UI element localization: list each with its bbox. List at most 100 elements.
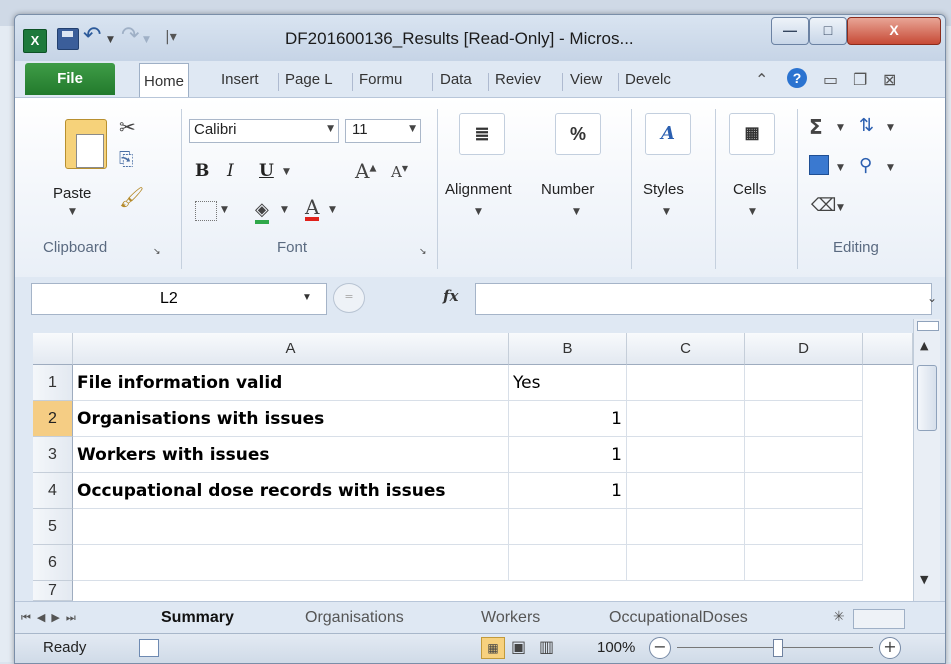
excel-app-icon[interactable]: X bbox=[23, 29, 47, 53]
page-layout-view-icon[interactable]: ▣ bbox=[511, 637, 526, 656]
styles-button[interactable]: Styles bbox=[643, 181, 684, 198]
styles-icon[interactable]: A bbox=[645, 113, 691, 155]
tab-file[interactable]: File bbox=[25, 63, 115, 95]
expand-formula-bar-icon[interactable]: ⌄ bbox=[927, 291, 937, 305]
autosum-dropdown-icon[interactable]: ▼ bbox=[837, 123, 844, 133]
font-size-combo[interactable]: 11 ▼ bbox=[345, 119, 421, 143]
font-color-icon[interactable]: A bbox=[305, 197, 320, 221]
cell-b5[interactable] bbox=[509, 509, 627, 545]
zoom-in-button[interactable]: + bbox=[879, 637, 901, 659]
cell-d3[interactable] bbox=[745, 437, 863, 473]
sheet-tab-summary[interactable]: Summary bbox=[161, 609, 234, 627]
row-header-2[interactable]: 2 bbox=[33, 401, 73, 437]
chevron-down-icon[interactable]: ▼ bbox=[475, 207, 482, 217]
tab-formulas[interactable]: Formu bbox=[359, 71, 402, 88]
cell-a4[interactable]: Occupational dose records with issues bbox=[73, 473, 509, 509]
scroll-up-icon[interactable]: ▲ bbox=[920, 339, 928, 352]
normal-view-icon[interactable]: ▦ bbox=[481, 637, 505, 659]
font-launcher-icon[interactable]: ↘ bbox=[419, 247, 427, 257]
cell-d2[interactable] bbox=[745, 401, 863, 437]
formula-input[interactable] bbox=[475, 283, 932, 315]
tab-review[interactable]: Reviev bbox=[495, 71, 541, 88]
scroll-thumb[interactable] bbox=[917, 365, 937, 431]
find-select-icon[interactable]: ⚲ bbox=[859, 155, 872, 176]
zoom-slider-thumb[interactable] bbox=[773, 639, 783, 657]
vertical-scrollbar[interactable]: ▲ ▼ bbox=[913, 319, 940, 601]
format-painter-icon[interactable]: 🖌 bbox=[119, 185, 144, 209]
font-color-dropdown-icon[interactable]: ▼ bbox=[329, 205, 336, 215]
help-icon[interactable]: ? bbox=[787, 68, 807, 88]
row-header-4[interactable]: 4 bbox=[33, 473, 73, 509]
fill-icon[interactable] bbox=[809, 155, 829, 175]
autosum-icon[interactable]: Σ bbox=[809, 115, 823, 139]
font-name-combo[interactable]: Calibri ▼ bbox=[189, 119, 339, 143]
tab-home[interactable]: Home bbox=[139, 63, 190, 98]
column-header-b[interactable]: B bbox=[509, 333, 627, 365]
cut-icon[interactable]: ✂ bbox=[119, 115, 136, 139]
undo-dropdown-icon[interactable]: ▼ bbox=[107, 35, 114, 45]
sort-filter-icon[interactable]: ⇅ bbox=[859, 115, 874, 136]
chevron-down-icon[interactable]: ▼ bbox=[663, 207, 670, 217]
cell-a6[interactable] bbox=[73, 545, 509, 581]
column-header-a[interactable]: A bbox=[73, 333, 509, 365]
column-header-d[interactable]: D bbox=[745, 333, 863, 365]
row-header-1[interactable]: 1 bbox=[33, 365, 73, 401]
number-format-icon[interactable]: % bbox=[555, 113, 601, 155]
clear-dropdown-icon[interactable]: ▼ bbox=[837, 203, 844, 213]
underline-button[interactable]: U bbox=[259, 161, 274, 181]
redo-icon[interactable]: ↷ bbox=[121, 23, 139, 48]
cell-a1[interactable]: File information valid bbox=[73, 365, 509, 401]
cell-d5[interactable] bbox=[745, 509, 863, 545]
split-box-handle[interactable] bbox=[917, 321, 939, 331]
italic-button[interactable]: I bbox=[227, 161, 234, 181]
page-break-view-icon[interactable]: ▥ bbox=[539, 637, 554, 656]
cell-b2[interactable]: 1 bbox=[509, 401, 627, 437]
fill-dropdown-icon[interactable]: ▼ bbox=[837, 163, 844, 173]
sort-dropdown-icon[interactable]: ▼ bbox=[887, 123, 894, 133]
close-button[interactable]: X bbox=[847, 17, 941, 45]
chevron-down-icon[interactable]: ▼ bbox=[573, 207, 580, 217]
row-header-6[interactable]: 6 bbox=[33, 545, 73, 581]
chevron-down-icon[interactable]: ▼ bbox=[749, 207, 756, 217]
minimize-ribbon-icon[interactable]: ⌃ bbox=[755, 70, 768, 89]
row-header-7[interactable]: 7 bbox=[33, 581, 73, 601]
tab-page-layout[interactable]: Page L bbox=[285, 71, 333, 88]
insert-sheet-icon[interactable]: ✳ bbox=[833, 609, 845, 625]
maximize-button[interactable]: □ bbox=[809, 17, 847, 45]
paste-icon[interactable] bbox=[65, 119, 107, 169]
grow-font-icon[interactable]: A▲ bbox=[355, 159, 376, 183]
alignment-icon[interactable]: ≣ bbox=[459, 113, 505, 155]
cell-c4[interactable] bbox=[627, 473, 745, 509]
scroll-down-icon[interactable]: ▼ bbox=[920, 573, 928, 586]
customize-qat-icon[interactable]: |▾ bbox=[165, 29, 177, 45]
paste-button[interactable]: Paste bbox=[53, 185, 91, 202]
fill-color-dropdown-icon[interactable]: ▼ bbox=[281, 205, 288, 215]
tab-insert[interactable]: Insert bbox=[221, 71, 259, 88]
copy-icon[interactable]: ⎘ bbox=[119, 149, 133, 170]
cell-c6[interactable] bbox=[627, 545, 745, 581]
column-header-c[interactable]: C bbox=[627, 333, 745, 365]
select-all-corner[interactable] bbox=[33, 333, 73, 365]
row-header-3[interactable]: 3 bbox=[33, 437, 73, 473]
cell-c5[interactable] bbox=[627, 509, 745, 545]
cell-d4[interactable] bbox=[745, 473, 863, 509]
tab-developer[interactable]: Develc bbox=[625, 71, 671, 88]
shrink-font-icon[interactable]: A▼ bbox=[391, 163, 408, 181]
formula-expand-icon[interactable]: = bbox=[333, 283, 365, 313]
cell-b3[interactable]: 1 bbox=[509, 437, 627, 473]
number-button[interactable]: Number bbox=[541, 181, 594, 198]
borders-dropdown-icon[interactable]: ▼ bbox=[221, 205, 228, 215]
cell-c1[interactable] bbox=[627, 365, 745, 401]
cell-b6[interactable] bbox=[509, 545, 627, 581]
save-icon[interactable] bbox=[57, 28, 79, 50]
column-header-e[interactable] bbox=[863, 333, 913, 365]
name-box[interactable]: L2 ▼ bbox=[31, 283, 327, 315]
restore-workbook-icon[interactable]: ❐ bbox=[853, 70, 867, 89]
cell-c2[interactable] bbox=[627, 401, 745, 437]
cell-b1[interactable]: Yes bbox=[509, 365, 627, 401]
cell-b4[interactable]: 1 bbox=[509, 473, 627, 509]
sheet-tab-occupational-doses[interactable]: OccupationalDoses bbox=[609, 609, 748, 627]
cell-d1[interactable] bbox=[745, 365, 863, 401]
sheet-tab-workers[interactable]: Workers bbox=[481, 609, 540, 627]
minimize-workbook-icon[interactable]: ▭ bbox=[823, 70, 838, 89]
